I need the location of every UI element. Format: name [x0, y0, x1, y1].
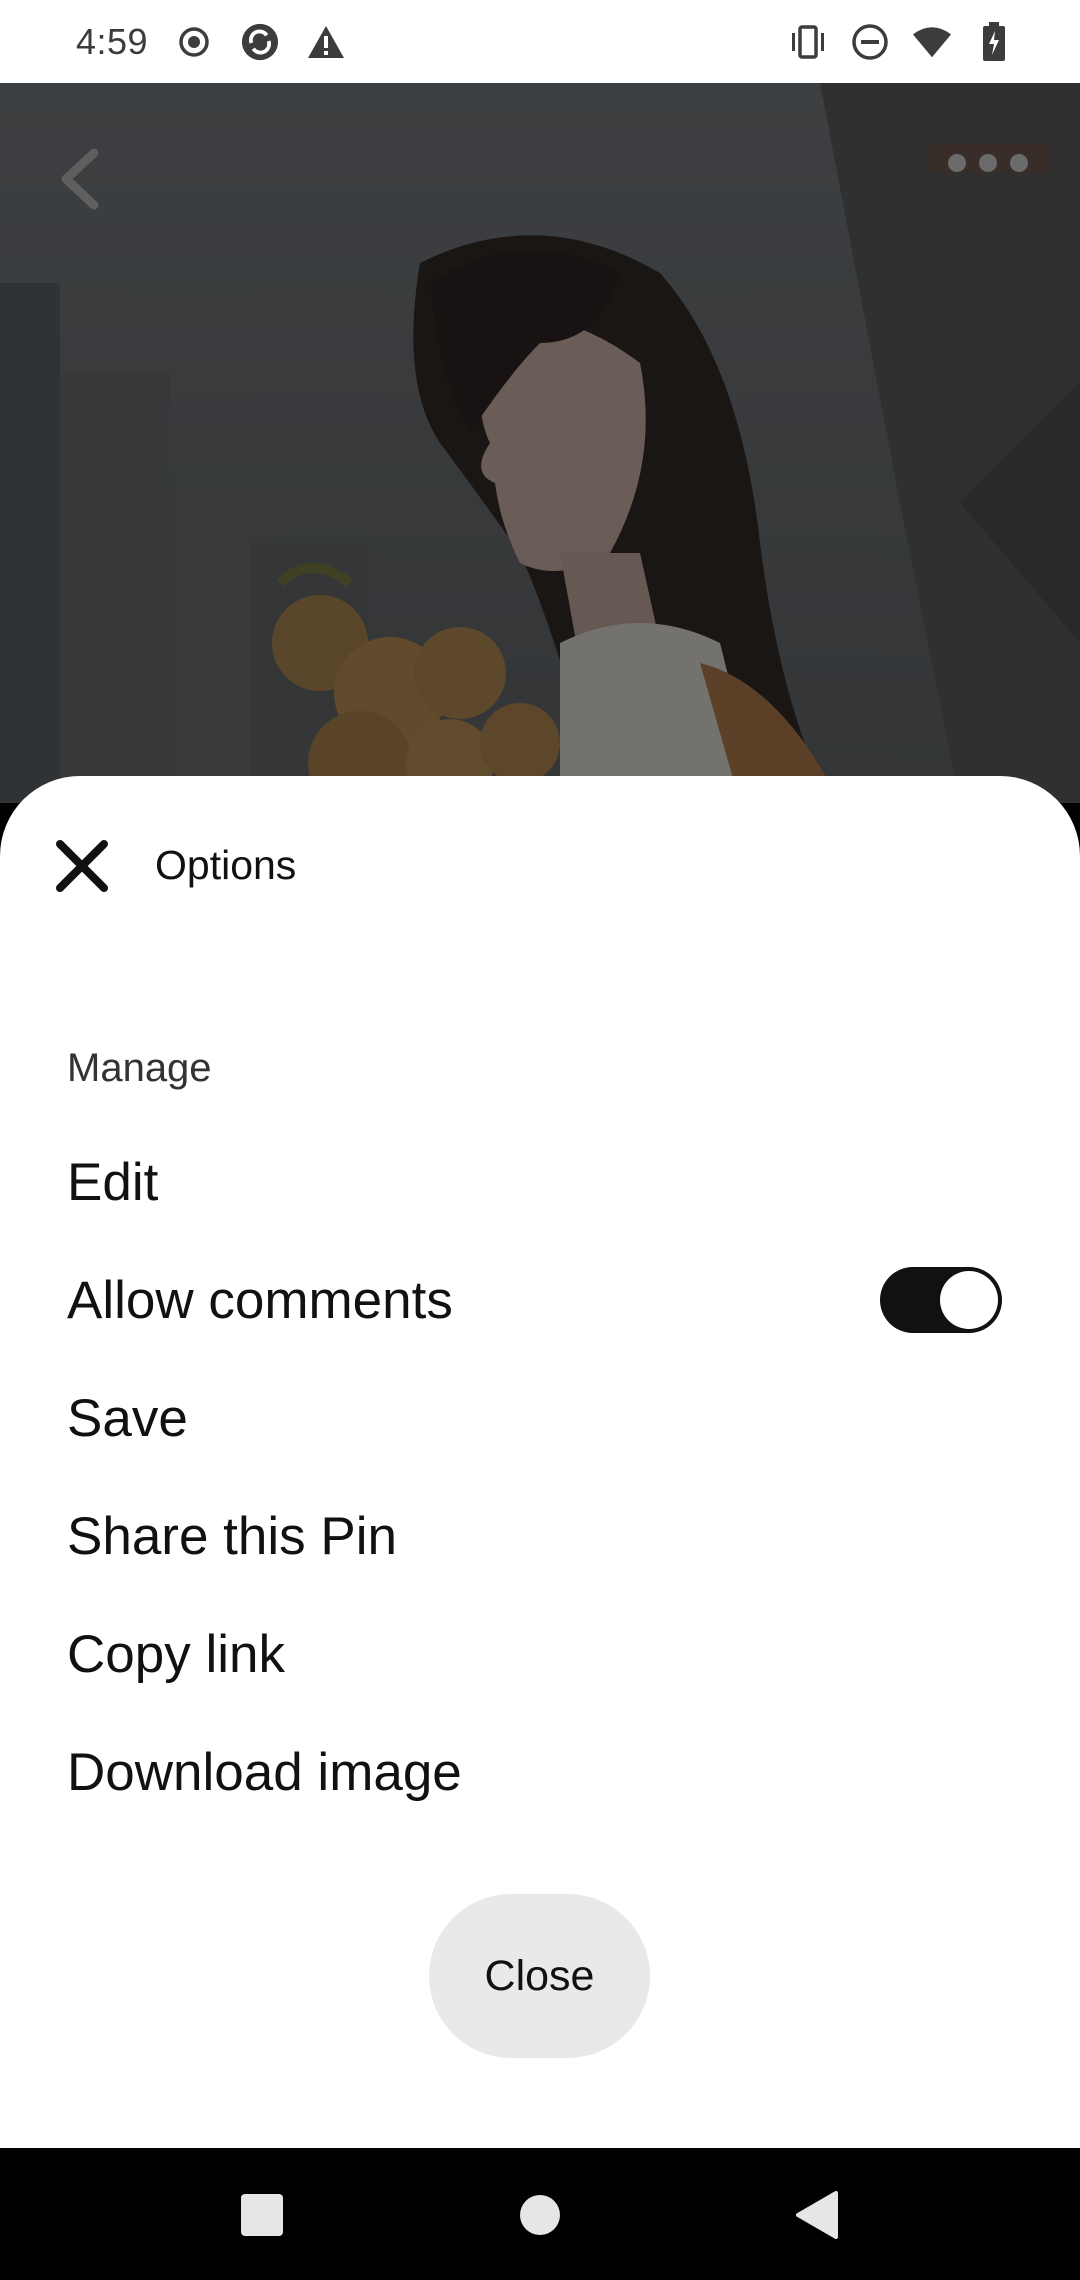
sheet-title: Options — [155, 842, 297, 888]
more-horizontal-icon — [948, 154, 966, 172]
chevron-left-icon — [61, 148, 99, 210]
allow-comments-toggle[interactable] — [880, 1267, 1002, 1333]
recents-square-icon — [241, 2194, 283, 2236]
navigation-bar — [0, 2148, 1080, 2280]
home-circle-icon — [520, 2195, 560, 2235]
menu-item-label: Edit — [67, 1152, 159, 1212]
menu-item-save[interactable]: Save — [0, 1363, 1080, 1473]
back-nav-button[interactable] — [782, 2180, 852, 2250]
record-icon — [174, 22, 214, 62]
more-options-button[interactable] — [948, 145, 1028, 181]
pin-image — [0, 83, 1080, 803]
menu-item-label: Share this Pin — [67, 1506, 397, 1566]
back-button[interactable] — [52, 143, 112, 215]
wifi-icon — [912, 22, 952, 62]
menu-item-copy-link[interactable]: Copy link — [0, 1599, 1080, 1709]
menu-item-label: Allow comments — [67, 1270, 453, 1330]
back-triangle-icon — [796, 2191, 838, 2239]
menu-item-label: Copy link — [67, 1624, 285, 1684]
status-bar: 4:59 — [0, 0, 1080, 83]
menu-item-share-pin[interactable]: Share this Pin — [0, 1481, 1080, 1591]
status-time: 4:59 — [76, 20, 149, 62]
section-label-manage: Manage — [67, 1046, 212, 1090]
menu-item-label: Save — [67, 1388, 188, 1448]
recents-button[interactable] — [227, 2180, 297, 2250]
close-button[interactable]: Close — [429, 1894, 650, 2058]
vibrate-icon — [788, 22, 828, 62]
menu-item-download-image[interactable]: Download image — [0, 1717, 1080, 1827]
menu-item-allow-comments[interactable]: Allow comments — [0, 1245, 1080, 1355]
scrim-overlay[interactable] — [0, 83, 1080, 803]
home-button[interactable] — [505, 2180, 575, 2250]
menu-item-edit[interactable]: Edit — [0, 1127, 1080, 1237]
do-not-disturb-icon — [850, 22, 890, 62]
sync-app-icon — [240, 22, 280, 62]
toggle-knob — [940, 1271, 998, 1329]
battery-charging-icon — [974, 21, 1014, 62]
sheet-header: Options — [0, 776, 1080, 956]
options-sheet: Options Manage Edit Allow comments Save … — [0, 776, 1080, 2148]
close-x-icon[interactable] — [52, 836, 112, 896]
menu-item-label: Download image — [67, 1742, 462, 1802]
alert-triangle-icon — [306, 22, 346, 62]
